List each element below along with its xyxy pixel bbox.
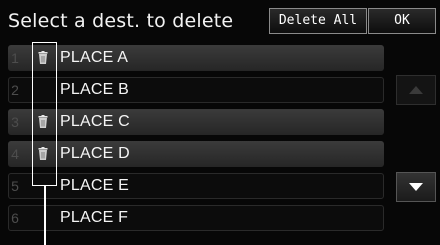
item-number: 3: [11, 114, 19, 130]
page-title: Select a dest. to delete: [8, 10, 234, 32]
item-label: PLACE F: [60, 209, 129, 226]
item-number: 1: [11, 50, 19, 66]
list-item[interactable]: 6 PLACE F: [4, 202, 384, 234]
list-item[interactable]: 2 PLACE B: [4, 74, 384, 106]
delete-destination-screen: Select a dest. to delete Delete All OK 1…: [0, 0, 440, 245]
trash-icon: [26, 141, 60, 167]
trash-icon: [26, 109, 60, 135]
list-item[interactable]: 5 PLACE E: [4, 170, 384, 202]
scroll-down-button[interactable]: [396, 172, 436, 202]
list-item[interactable]: 1 PLACE A: [4, 42, 384, 74]
item-label: PLACE E: [60, 177, 129, 194]
item-number: 4: [11, 146, 19, 162]
triangle-up-icon: [409, 86, 423, 94]
item-number: 6: [11, 210, 19, 226]
ok-button[interactable]: OK: [368, 8, 436, 34]
list-item[interactable]: 4 PLACE D: [4, 138, 384, 170]
delete-all-button[interactable]: Delete All: [269, 8, 367, 34]
destination-list: 1 PLACE A 2 PLACE B 3 PLACE C 4 PLACE D …: [4, 42, 384, 234]
item-label: PLACE D: [60, 145, 130, 162]
item-label: PLACE C: [60, 113, 130, 130]
triangle-down-icon: [409, 183, 423, 191]
item-label: PLACE B: [60, 81, 129, 98]
scroll-up-button[interactable]: [396, 75, 436, 105]
list-item[interactable]: 3 PLACE C: [4, 106, 384, 138]
trash-icon: [26, 45, 60, 71]
item-number: 2: [11, 82, 19, 98]
item-number: 5: [11, 178, 19, 194]
item-label: PLACE A: [60, 49, 129, 66]
